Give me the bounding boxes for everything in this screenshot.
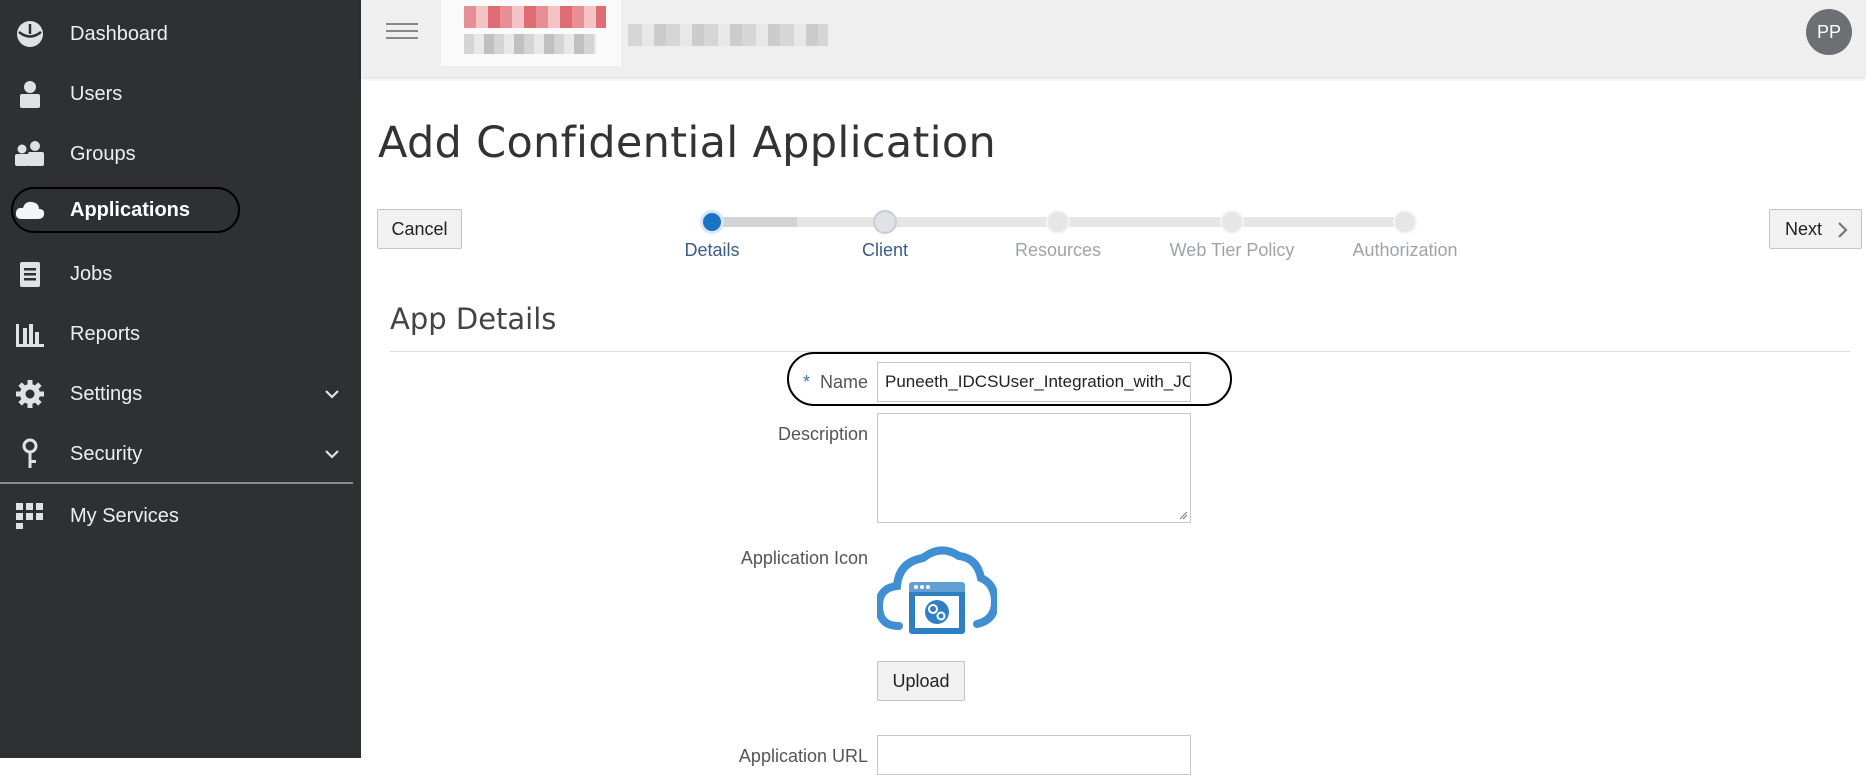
name-input[interactable]: Puneeth_IDCSUser_Integration_with_JC — [877, 362, 1191, 402]
cancel-button[interactable]: Cancel — [377, 209, 462, 249]
description-label: Description — [777, 424, 868, 444]
avatar[interactable]: PP — [1806, 9, 1852, 55]
cloud-icon — [14, 194, 46, 226]
upload-button[interactable]: Upload — [877, 661, 965, 701]
sidebar-item-my-services[interactable]: My Services — [0, 486, 361, 546]
sidebar-item-label: Groups — [70, 142, 136, 165]
wizard-step-details[interactable]: Details — [632, 240, 792, 261]
sidebar: Dashboard Users Groups Applications Jobs… — [0, 0, 361, 758]
wizard-step-resources-marker — [1046, 210, 1070, 234]
jobs-icon — [14, 258, 46, 290]
wizard-step-web-tier-policy-marker — [1220, 210, 1244, 234]
next-button-label: Next — [1785, 218, 1823, 239]
sidebar-divider — [0, 482, 353, 484]
sidebar-item-label: Users — [70, 82, 123, 105]
wizard-step-client-marker[interactable] — [873, 210, 897, 234]
wizard-step-web-tier-policy: Web Tier Policy — [1169, 240, 1295, 260]
brand-logo-subtext — [464, 34, 596, 54]
brand-name — [628, 24, 828, 46]
name-label: * Name — [700, 372, 868, 393]
sidebar-item-label: Reports — [70, 322, 141, 345]
key-icon — [14, 438, 46, 470]
user-icon — [14, 78, 46, 110]
section-divider — [390, 351, 1850, 352]
wizard-step-authorization: Authorization — [1352, 240, 1458, 260]
chevron-down-icon[interactable] — [323, 445, 341, 463]
grid-icon — [14, 500, 46, 532]
sidebar-item-settings[interactable]: Settings — [0, 364, 361, 424]
sidebar-item-applications[interactable]: Applications — [0, 180, 361, 240]
chevron-down-icon[interactable] — [323, 385, 341, 403]
wizard-step-client[interactable]: Client — [805, 240, 965, 261]
resize-handle-icon[interactable] — [1178, 510, 1188, 520]
brand-logo-mark — [464, 6, 606, 28]
sidebar-item-reports[interactable]: Reports — [0, 304, 361, 364]
sidebar-item-label: Settings — [70, 382, 143, 405]
sidebar-item-label: Dashboard — [70, 22, 168, 45]
application-icon-label: Application Icon — [740, 548, 868, 568]
description-textarea[interactable] — [877, 413, 1191, 523]
application-cloud-icon — [874, 540, 1000, 640]
wizard-step-authorization-marker — [1393, 210, 1417, 234]
next-button[interactable]: Next — [1769, 209, 1862, 249]
sidebar-item-jobs[interactable]: Jobs — [0, 244, 361, 304]
wizard-step-resources: Resources — [1014, 240, 1102, 260]
page-title: Add Confidential Application — [378, 118, 997, 168]
chevron-right-icon — [1838, 222, 1848, 238]
section-title: App Details — [390, 302, 557, 336]
sidebar-item-dashboard[interactable]: Dashboard — [0, 4, 361, 64]
dashboard-icon — [14, 18, 46, 50]
required-marker: * — [802, 372, 810, 392]
groups-icon — [14, 138, 46, 170]
sidebar-item-groups[interactable]: Groups — [0, 124, 361, 184]
sidebar-item-label: Security — [70, 442, 143, 465]
gear-icon — [14, 378, 46, 410]
hamburger-menu-icon[interactable] — [386, 18, 418, 46]
sidebar-item-security[interactable]: Security — [0, 424, 361, 484]
name-label-text: Name — [819, 372, 868, 392]
application-url-label: Application URL — [738, 746, 868, 766]
application-url-input[interactable] — [877, 735, 1191, 775]
sidebar-item-label: Applications — [70, 198, 191, 221]
sidebar-item-users[interactable]: Users — [0, 64, 361, 124]
wizard-step-details-marker[interactable] — [700, 210, 724, 234]
sidebar-item-label: Jobs — [70, 262, 113, 285]
reports-icon — [14, 318, 46, 350]
sidebar-item-label: My Services — [70, 504, 179, 527]
